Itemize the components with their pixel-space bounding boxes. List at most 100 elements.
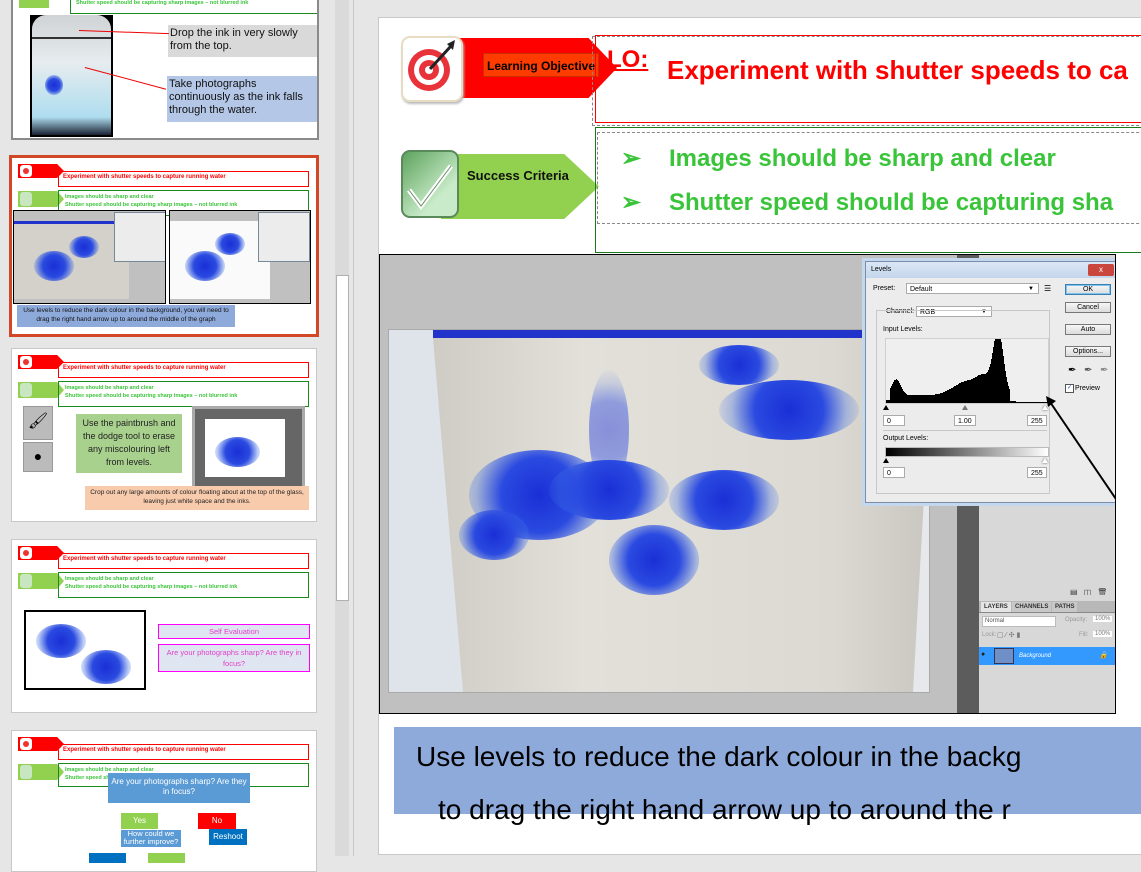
opacity-field[interactable]: 100% — [1093, 616, 1113, 622]
tab-paths[interactable]: PATHS — [1052, 602, 1078, 612]
flow-no: No — [198, 813, 236, 829]
tab-channels[interactable]: CHANNELS — [1012, 602, 1052, 612]
ok-button[interactable]: OK — [1065, 284, 1111, 295]
arrow-bullet-icon: ➢ — [621, 189, 642, 216]
slide-thumbnail[interactable]: Experiment with shutter speeds to captur… — [11, 348, 317, 522]
fill-field[interactable]: 100% — [1093, 631, 1113, 637]
auto-button[interactable]: Auto — [1065, 324, 1111, 335]
layer-thumbnail — [994, 648, 1014, 664]
white-eyedropper-icon[interactable]: ✒ — [1100, 365, 1108, 376]
thumb-header: Experiment with shutter speeds to captur… — [12, 349, 316, 409]
lock-icons[interactable]: ▢ ⁄ ✣ ▮ — [997, 631, 1020, 639]
learning-objective-text: Experiment with shutter speeds to ca — [667, 55, 1128, 85]
dialog-title: Levels — [871, 266, 892, 273]
ink-cloud — [699, 345, 779, 385]
paintbrush-tool-icon: 🖌 — [23, 406, 53, 440]
dialog-titlebar[interactable]: Levels x — [866, 262, 1115, 278]
photoshop-screenshot[interactable]: ▤◫🗑 LAYERS CHANNELS PATHS Normal Opacity… — [379, 254, 1116, 714]
pointer-arrow — [1046, 396, 1115, 500]
arrow-bullet-icon: ➢ — [621, 145, 642, 172]
pane-divider[interactable] — [353, 0, 354, 856]
blend-mode-select[interactable]: Normal — [982, 616, 1056, 627]
caption-line-1: Use levels to reduce the dark colour in … — [416, 741, 1022, 772]
thumb-lo-text: Experiment with shutter speeds to captur… — [63, 174, 226, 180]
self-evaluation-question: Are your photographs sharp? Are they in … — [158, 644, 310, 672]
preset-select[interactable]: Default ▼ — [906, 283, 1039, 294]
ink-surface-line — [433, 330, 929, 338]
self-evaluation-title: Self Evaluation — [158, 624, 310, 639]
opacity-label: Opacity: — [1065, 617, 1088, 623]
close-button[interactable]: x — [1088, 264, 1114, 276]
thumb-sc-item: Images should be sharp and clear — [65, 194, 154, 200]
slide-thumbnail-selected[interactable]: Experiment with shutter speeds to captur… — [9, 155, 319, 337]
input-gamma-field[interactable]: 1.00 — [954, 415, 976, 426]
thumb-sc-box: Images should be sharp and clear Shutter… — [58, 381, 309, 407]
instruction-caption: Use levels to reduce the dark colour in … — [394, 727, 1141, 825]
eye-icon[interactable]: ● — [981, 651, 985, 658]
options-button[interactable]: Options... — [1065, 346, 1111, 357]
layer-name: Background — [1019, 653, 1052, 659]
success-criteria-tag-icon — [19, 0, 49, 8]
black-eyedropper-icon[interactable]: ✒ — [1068, 365, 1076, 376]
thumb-sc-item: Shutter speed should be capturing sharp … — [65, 584, 238, 590]
thumb-levels-after — [169, 210, 311, 304]
fill-label: Fill: — [1079, 632, 1089, 638]
thumb-lo-box: Experiment with shutter speeds to captur… — [58, 744, 309, 760]
output-black-slider[interactable] — [883, 458, 889, 463]
thumb-lo-text: Experiment with shutter speeds to captur… — [63, 365, 226, 371]
preset-value: Default — [910, 286, 933, 293]
thumb-ink-photo — [24, 610, 146, 690]
ink-glass-photo — [30, 15, 113, 137]
checkmark-icon — [401, 150, 459, 218]
flow-yes: Yes — [121, 813, 158, 829]
cancel-button[interactable]: Cancel — [1065, 302, 1111, 313]
histogram — [885, 338, 1049, 404]
preset-label: Preset: — [873, 285, 896, 292]
note-drop-ink: Drop the ink in very slowly from the top… — [168, 25, 317, 57]
thumb-sc-text: Shutter speed should be capturing sharp … — [76, 0, 249, 6]
dodge-tool-icon: ● — [23, 442, 53, 472]
note-paintbrush-dodge: Use the paintbrush and the dodge tool to… — [76, 414, 182, 473]
slide-canvas[interactable]: Learning Objective Success Criteria LO: … — [378, 17, 1141, 855]
note-take-photos: Take photographs continuously as the ink… — [167, 76, 317, 122]
preset-options-icon[interactable]: ☰ — [1044, 284, 1051, 293]
success-criteria-item-text: Shutter speed should be capturing sha — [669, 189, 1114, 216]
thumb-lo-text: Experiment with shutter speeds to captur… — [63, 747, 226, 753]
divider — [883, 430, 1047, 431]
thumb-sc-item: Images should be sharp and clear — [65, 385, 154, 391]
thumb-sc-item: Shutter speed should be capturing sharp … — [65, 393, 238, 399]
input-gamma-slider[interactable] — [962, 405, 968, 410]
success-criteria-item: ➢ Shutter speed should be capturing sha — [621, 188, 1113, 217]
thumb-cropped-photo — [192, 406, 305, 494]
tab-layers[interactable]: LAYERS — [981, 602, 1011, 612]
flow-improve: How could we further improve? — [121, 830, 181, 847]
slide-thumbnail-pane: Shutter speed should be capturing sharp … — [0, 0, 335, 872]
slide-thumbnail[interactable]: Experiment with shutter speeds to captur… — [11, 730, 317, 872]
lo-prefix: LO: — [607, 46, 649, 73]
thumb-caption: Use levels to reduce the dark colour in … — [17, 305, 235, 327]
target-icon — [401, 36, 463, 102]
layer-row-background[interactable]: ● Background 🔒 — [979, 647, 1115, 665]
output-gradient — [885, 447, 1049, 457]
thumbnail-scrollbar-thumb[interactable] — [336, 275, 349, 601]
ink-cloud — [459, 510, 529, 560]
input-levels-label: Input Levels: — [883, 326, 923, 333]
output-black-field[interactable]: 0 — [883, 467, 905, 478]
thumb-levels-before — [13, 210, 166, 304]
slide-thumbnail[interactable]: Shutter speed should be capturing sharp … — [11, 0, 319, 140]
note-crop: Crop out any large amounts of colour flo… — [85, 486, 309, 510]
flow-question: Are your photographs sharp? Are they in … — [108, 773, 250, 803]
ink-in-water-photo — [388, 329, 930, 693]
success-criteria-arrow — [441, 154, 599, 219]
learning-objective-banner: Learning Objective — [399, 36, 617, 102]
preview-checkbox[interactable]: ✓ — [1065, 384, 1074, 393]
input-black-slider[interactable] — [883, 405, 889, 410]
slide-thumbnail[interactable]: Experiment with shutter speeds to captur… — [11, 539, 317, 713]
success-criteria-banner: Success Criteria — [401, 150, 601, 220]
preview-label: Preview — [1075, 385, 1100, 392]
input-black-field[interactable]: 0 — [883, 415, 905, 426]
ink-cloud — [719, 380, 859, 440]
thumb-lo-box: Experiment with shutter speeds to captur… — [58, 171, 309, 187]
thumb-header: Experiment with shutter speeds to captur… — [12, 158, 316, 218]
gray-eyedropper-icon[interactable]: ✒ — [1084, 365, 1092, 376]
